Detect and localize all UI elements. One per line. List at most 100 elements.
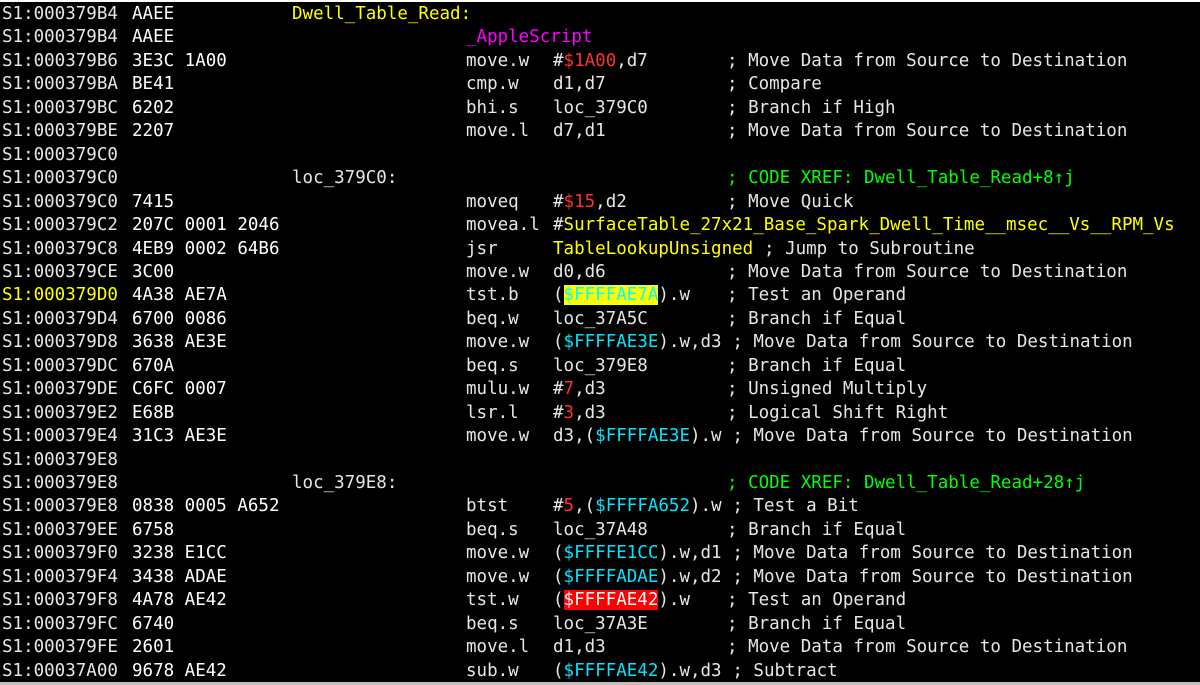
address: S1:000379E8 [2,473,118,493]
listing-row[interactable]: S1:000379D8 3638 AE3E move.w ($FFFFAE3E).w,… [0,331,1200,354]
operands: ($FFFFAE42).w,d3 [553,660,722,683]
symbol-reference[interactable]: TableLookupUnsigned [553,239,753,259]
instruction-comment: ; Unsigned Multiply [727,379,928,400]
operands: #5,($FFFFA652).w [553,495,722,518]
opcode-bytes: 2207 [132,121,175,142]
listing-row[interactable]: S1:000379D4 6700 0086 beq.w loc_37A5C ; Bran… [0,308,1200,331]
opcode-bytes: 4EB9 0002 64B6 [132,238,280,259]
listing-row[interactable]: S1:000379B4 AAEE Dwell_Table_Read: [0,3,1200,26]
address: S1:000379D8 [2,332,118,353]
listing-row[interactable]: S1:000379DC 670A beq.s loc_379E8 ; Branch if… [0,355,1200,378]
listing-row[interactable]: S1:000379BC 6202 bhi.s loc_379C0 ; Branch if… [0,97,1200,120]
applescript-label[interactable]: _AppleScript [466,26,592,49]
operand-text: # [553,50,564,71]
operands: ($FFFFADAE).w,d2 [553,566,722,589]
opcode-bytes: 9678 AE42 [132,660,227,681]
operand-text: d0,d6 [553,261,606,282]
listing-row[interactable]: S1:000379BA BE41 cmp.w d1,d7 ; Compare [0,73,1200,96]
listing-row[interactable]: S1:000379FE 2601 move.l d1,d3 ; Move Data fr… [0,636,1200,659]
location-label[interactable]: loc_379C0: [292,167,397,190]
memory-variable[interactable]: $FFFFA652 [595,496,690,516]
address: S1:000379D0 [2,285,118,306]
memory-variable[interactable]: $FFFFAE3E [595,426,690,446]
address: S1:000379FE [2,637,118,658]
operand-text: ).w,d2 [658,566,722,587]
listing-row[interactable]: S1:000379D0 4A38 AE7A tst.b ($FFFFAE7A).w ; … [0,284,1200,307]
operand-text: # [553,379,564,400]
operands: TableLookupUnsigned [553,238,753,261]
address: S1:000379F4 [2,566,118,587]
address: S1:000379EE [2,519,118,540]
memory-variable[interactable]: $FFFFE1CC [564,543,659,563]
listing-row[interactable]: S1:000379FC 6740 beq.s loc_37A3E ; Branch if… [0,613,1200,636]
listing-row[interactable]: S1:000379C0 loc_379C0: ; CODE XREF: Dwell_… [0,167,1200,190]
address: S1:000379DC [2,355,118,376]
address: S1:000379B4 [2,4,118,24]
operand-text: ( [553,285,564,306]
operand-text: ).w,d3 [658,332,722,353]
listing-row[interactable]: S1:000379C0 7415 moveq #$15,d2 ; Move Quick [0,191,1200,214]
listing-row[interactable]: S1:000379E8 loc_379E8: ; CODE XREF: Dwell_… [0,472,1200,495]
operands: #$1A00,d7 [553,50,648,73]
mnemonic: move.w [466,332,530,353]
disassembly-listing[interactable]: S1:000379B4 AAEE Dwell_Table_Read: S1:00037… [0,0,1200,685]
instruction-comment: ; Subtract [732,660,838,681]
xref-comment[interactable]: ; CODE XREF: Dwell_Table_Read+28↑j [727,472,1085,495]
operand-text: loc_37A5C [553,308,648,329]
listing-row[interactable]: S1:000379E8 [0,449,1200,472]
operands: loc_379E8 [553,355,648,378]
operand-text: ).w [658,285,690,306]
operand-text: # [553,402,564,423]
mnemonic: btst [466,496,509,517]
listing-row[interactable]: S1:000379C2 207C 0001 2046 movea.l #Surface… [0,214,1200,237]
address: S1:000379C0 [2,144,118,165]
operand-text: ,d2 [595,191,627,212]
listing-row[interactable]: S1:000379CE 3C00 move.w d0,d6 ; Move Data fr… [0,261,1200,284]
operand-text: ( [553,660,564,681]
listing-row[interactable]: S1:000379C0 [0,144,1200,167]
listing-row[interactable]: S1:000379B6 3E3C 1A00 move.w #$1A00,d7 ; Mov… [0,50,1200,73]
operands: d1,d7 [553,73,606,96]
operand-text: ).w [658,590,690,611]
memory-variable[interactable]: $FFFFADAE [564,567,659,587]
listing-row[interactable]: S1:000379E8 0838 0005 A652 btst #5,($FFFFA6… [0,495,1200,518]
operand-text: ,d7 [616,50,648,71]
operands: ($FFFFE1CC).w,d1 [553,542,722,565]
opcode-bytes: E68B [132,402,175,423]
listing-row[interactable]: S1:00037A00 9678 AE42 sub.w ($FFFFAE42).w,d… [0,660,1200,683]
memory-variable[interactable]: $FFFFAE42 [564,661,659,681]
listing-row[interactable]: S1:000379E4 31C3 AE3E move.w d3,($FFFFAE3E)… [0,425,1200,448]
opcode-bytes: 6758 [132,519,175,540]
highlighted-variable[interactable]: $FFFFAE7A [563,285,659,306]
operand-text: ).w [689,426,722,447]
instruction-comment: ; Logical Shift Right [727,402,949,423]
symbol-reference[interactable]: SurfaceTable_27x21_Base_Spark_Dwell_Time… [564,215,1175,235]
listing-row[interactable]: S1:000379F0 3238 E1CC move.w ($FFFFE1CC).w,… [0,542,1200,565]
listing-row[interactable]: S1:000379E2 E68B lsr.l #3,d3 ; Logical Shift… [0,402,1200,425]
xref-comment[interactable]: ; CODE XREF: Dwell_Table_Read+8↑j [727,167,1075,190]
location-label[interactable]: loc_379E8: [292,472,397,495]
address: S1:000379BC [2,97,118,118]
opcode-bytes: 670A [132,355,175,376]
function-label[interactable]: Dwell_Table_Read: [292,3,471,26]
address: S1:000379BA [2,74,118,95]
operands: #3,d3 [553,402,606,425]
memory-variable[interactable]: $FFFFAE3E [564,332,659,352]
operand-text: # [553,496,564,517]
listing-row[interactable]: S1:000379C8 4EB9 0002 64B6 jsr TableLookupU… [0,238,1200,261]
instruction-comment: ; Move Data from Source to Destination [727,50,1128,71]
operand-text: # [553,191,564,212]
listing-row[interactable]: S1:000379F4 3438 ADAE move.w ($FFFFADAE).w,… [0,566,1200,589]
listing-row[interactable]: S1:000379DE C6FC 0007 mulu.w #7,d3 ; Unsigne… [0,378,1200,401]
address: S1:00037A00 [2,660,118,681]
operands: loc_37A48 [553,519,648,542]
listing-row[interactable]: S1:000379BE 2207 move.l d7,d1 ; Move Data fr… [0,120,1200,143]
operand-text: ( [553,590,564,611]
listing-row[interactable]: S1:000379EE 6758 beq.s loc_37A48 ; Branch if… [0,519,1200,542]
listing-row[interactable]: S1:000379B4 AAEE _AppleScript [0,26,1200,49]
listing-row[interactable]: S1:000379F8 4A78 AE42 tst.w ($FFFFAE42).w ; … [0,589,1200,612]
highlighted-variable-red[interactable]: $FFFFAE42 [563,590,659,611]
mnemonic: sub.w [466,660,519,681]
instruction-comment: ; Branch if Equal [727,519,907,540]
opcode-bytes: 6202 [132,97,175,118]
